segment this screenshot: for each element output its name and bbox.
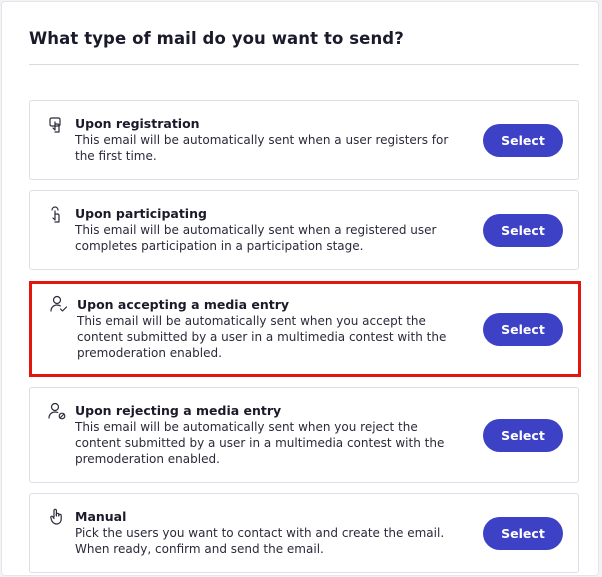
option-description: the first time. [75, 149, 157, 163]
option-description: premoderation enabled. [77, 346, 222, 360]
title-divider [29, 64, 579, 65]
option-upon-registration: Upon registration This email will be aut… [29, 100, 579, 180]
option-description: Pick the users you want to contact with … [75, 526, 445, 540]
option-description: content submitted by a user in a multime… [77, 330, 447, 344]
option-title: Upon registration [75, 116, 200, 131]
select-button-upon-accepting-media-entry[interactable]: Select [483, 313, 563, 346]
select-button-manual[interactable]: Select [483, 517, 563, 550]
option-upon-accepting-media-entry: Upon accepting a media entry This email … [29, 281, 581, 377]
option-description: completes participation in a participati… [75, 239, 364, 253]
user-check-icon [49, 294, 69, 314]
option-description: premoderation enabled. [75, 452, 220, 466]
option-title: Manual [75, 509, 127, 524]
option-description: This email will be automatically sent wh… [77, 314, 426, 328]
select-button-upon-participating[interactable]: Select [483, 214, 563, 247]
tap-hand-icon [47, 205, 67, 225]
page-title: What type of mail do you want to send? [29, 29, 404, 48]
option-description: This email will be automatically sent wh… [75, 133, 449, 147]
option-manual: Manual Pick the users you want to contac… [29, 493, 579, 573]
option-description: When ready, confirm and send the email. [75, 542, 324, 556]
option-title: Upon participating [75, 206, 207, 221]
option-description: This email will be automatically sent wh… [75, 223, 437, 237]
mail-type-panel: What type of mail do you want to send? U… [1, 1, 599, 576]
user-reject-icon [47, 401, 67, 421]
register-hand-icon [47, 115, 67, 135]
option-title: Upon rejecting a media entry [75, 403, 282, 418]
select-button-upon-rejecting-media-entry[interactable]: Select [483, 419, 563, 452]
option-description: This email will be automatically sent wh… [75, 420, 418, 434]
option-upon-rejecting-media-entry: Upon rejecting a media entry This email … [29, 387, 579, 483]
select-button-upon-registration[interactable]: Select [483, 124, 563, 157]
option-description: content submitted by a user in a multime… [75, 436, 445, 450]
option-upon-participating: Upon participating This email will be au… [29, 190, 579, 270]
option-title: Upon accepting a media entry [77, 297, 290, 312]
hand-pointer-icon [47, 507, 67, 527]
